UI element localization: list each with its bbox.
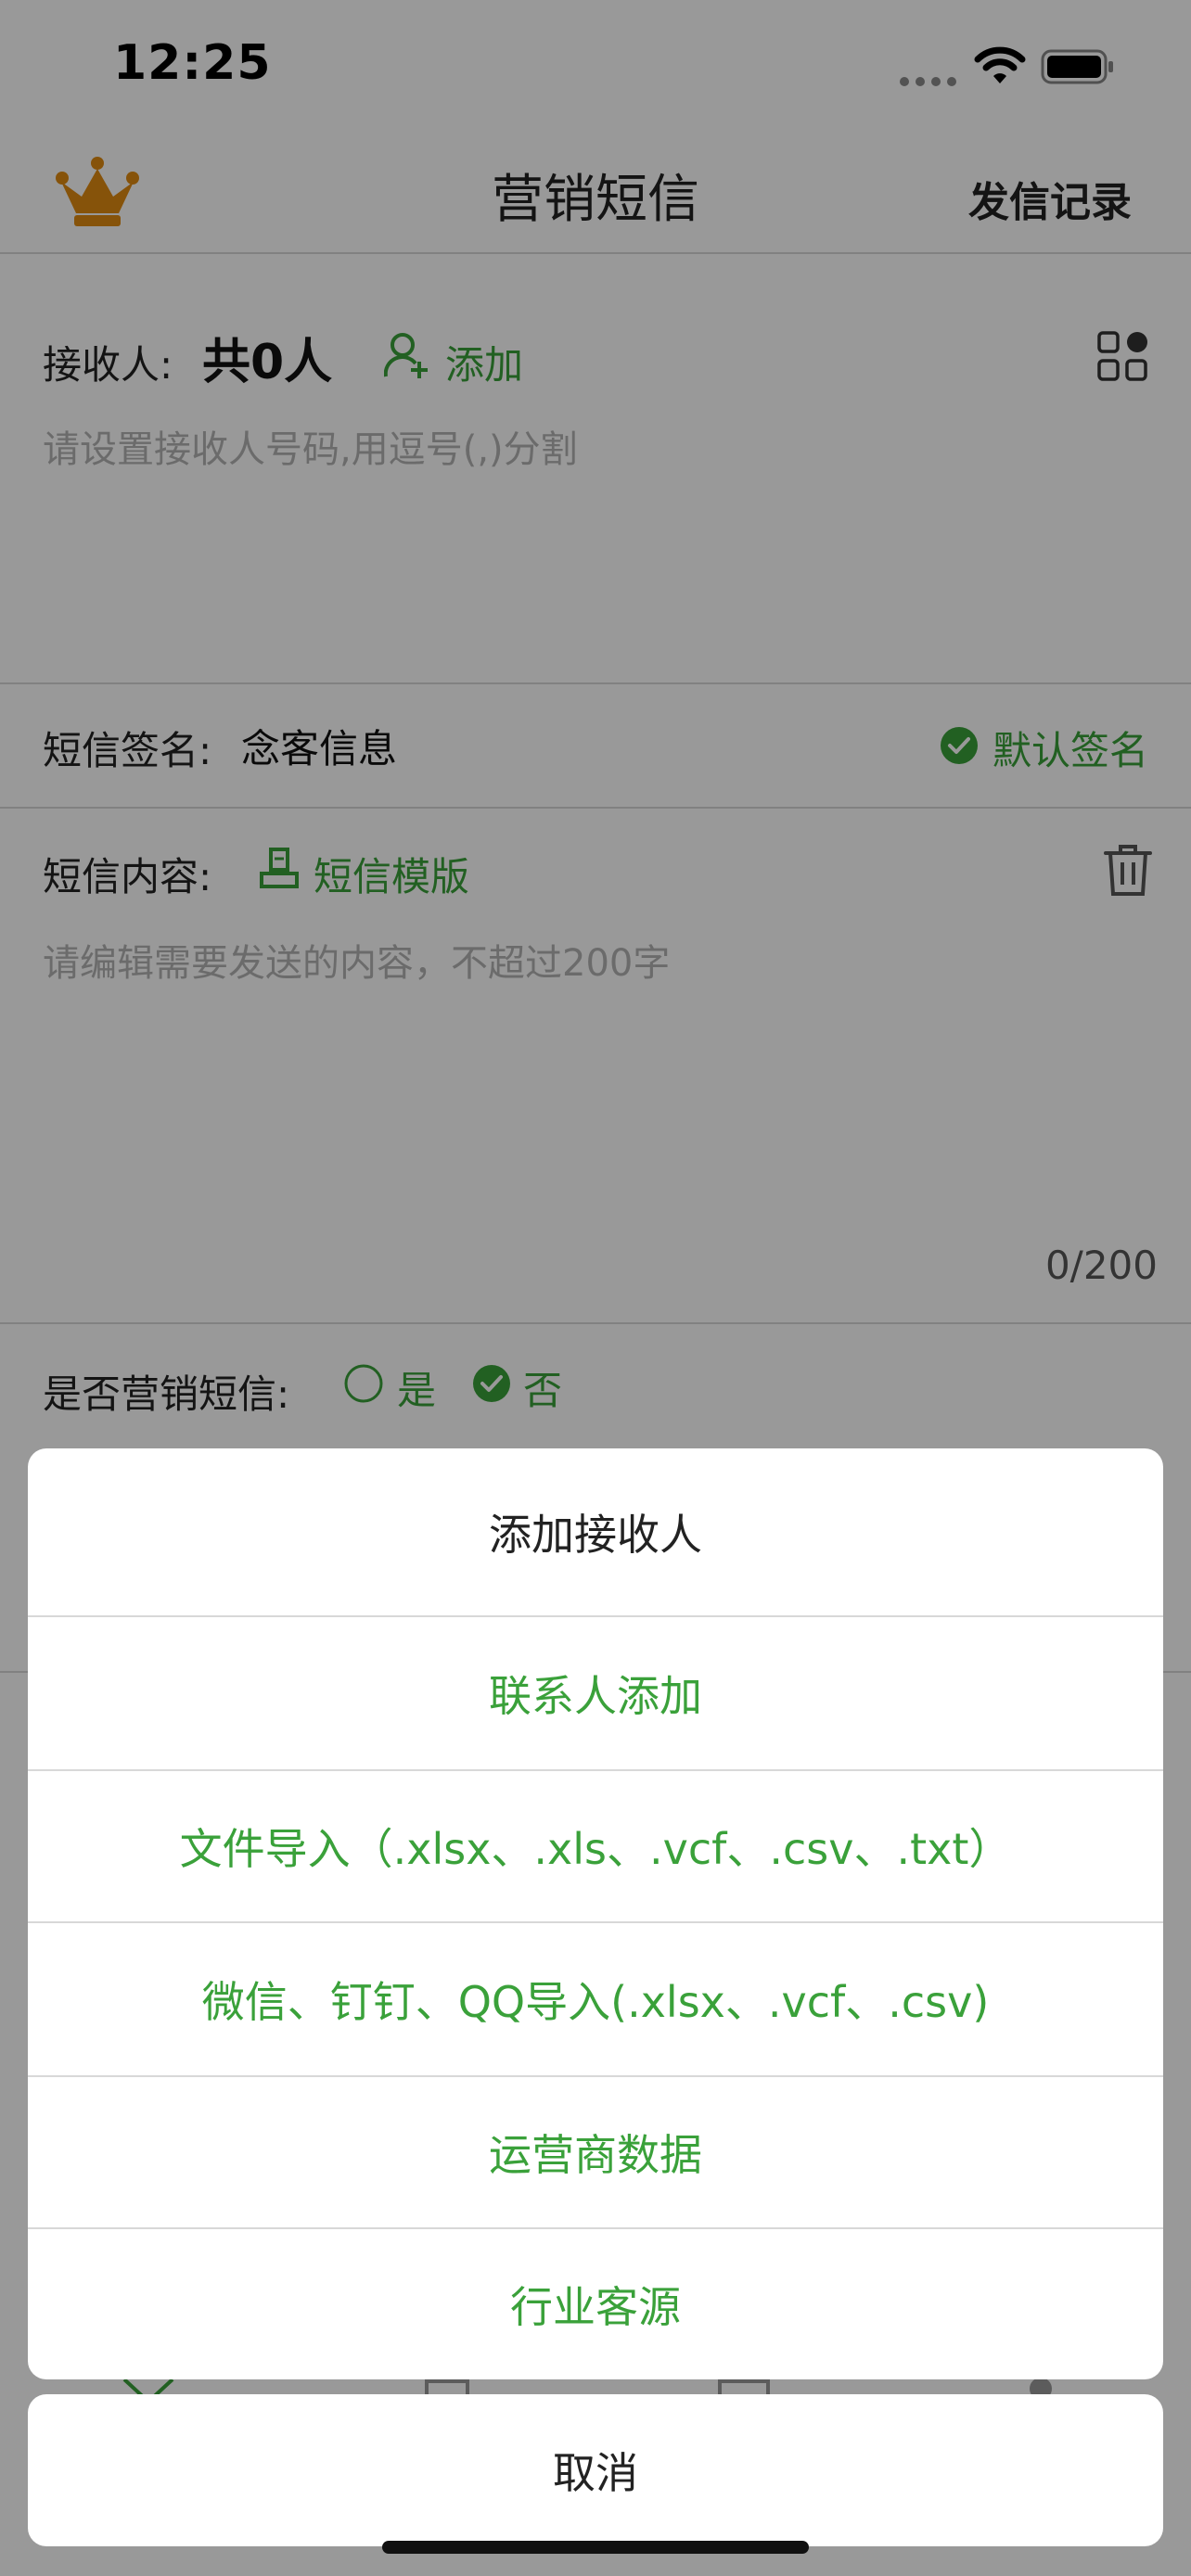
option-industry-leads[interactable]: 行业客源 <box>28 2227 1163 2379</box>
option-wechat-dingtalk-qq-import[interactable]: 微信、钉钉、QQ导入(.xlsx、.vcf、.csv) <box>28 1921 1163 2075</box>
option-carrier-data[interactable]: 运营商数据 <box>28 2075 1163 2227</box>
add-receiver-action-sheet: 添加接收人 联系人添加 文件导入（.xlsx、.xls、.vcf、.csv、.t… <box>28 1448 1163 2379</box>
option-file-import[interactable]: 文件导入（.xlsx、.xls、.vcf、.csv、.txt） <box>28 1769 1163 1921</box>
option-contacts[interactable]: 联系人添加 <box>28 1615 1163 1769</box>
cancel-button[interactable]: 取消 <box>28 2394 1163 2546</box>
home-indicator[interactable] <box>382 2541 809 2554</box>
sheet-title: 添加接收人 <box>489 1510 702 1560</box>
